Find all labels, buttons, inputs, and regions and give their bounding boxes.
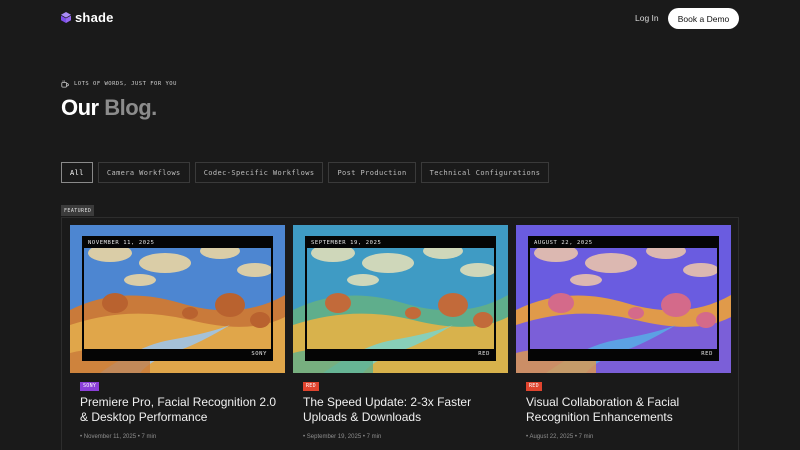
meta-read-time: 7 min bbox=[366, 434, 382, 440]
thumbnail-date: NOVEMBER 11, 2025 bbox=[84, 238, 271, 248]
meta-dot-icon: • bbox=[362, 434, 365, 440]
blog-card-3[interactable]: AUGUST 22, 2025 RED RED Visual Collabora… bbox=[516, 225, 731, 440]
coffee-cup-icon bbox=[61, 80, 69, 88]
title-accent: Blog. bbox=[104, 95, 157, 120]
logo-mark-icon bbox=[61, 12, 71, 23]
thumbnail-frame: AUGUST 22, 2025 RED bbox=[528, 236, 719, 361]
featured-label: FEATURED bbox=[61, 205, 95, 216]
meta-dot-icon: • bbox=[80, 434, 83, 440]
meta-dot-icon: • bbox=[574, 434, 577, 440]
blog-card-1[interactable]: NOVEMBER 11, 2025 SONY SONY Premiere Pro… bbox=[70, 225, 285, 440]
blog-card-2[interactable]: SEPTEMBER 19, 2025 RED RED The Speed Upd… bbox=[293, 225, 508, 440]
meta-date: August 22, 2025 bbox=[529, 434, 574, 440]
filter-all[interactable]: All bbox=[61, 162, 93, 183]
eyebrow-text: LOTS OF WORDS, JUST FOR YOU bbox=[74, 81, 177, 87]
card-thumbnail[interactable]: NOVEMBER 11, 2025 SONY bbox=[70, 225, 285, 373]
login-link[interactable]: Log In bbox=[635, 13, 659, 23]
card-meta: • November 11, 2025 • 7 min bbox=[80, 434, 156, 440]
thumbnail-frame: NOVEMBER 11, 2025 SONY bbox=[82, 236, 273, 361]
brand-logo[interactable]: shade bbox=[61, 10, 114, 25]
page-title: Our Blog. bbox=[61, 94, 157, 122]
top-nav: shade Log In Book a Demo bbox=[0, 0, 800, 38]
meta-read-time: 7 min bbox=[578, 434, 594, 440]
hero-eyebrow: LOTS OF WORDS, JUST FOR YOU bbox=[61, 80, 177, 88]
thumbnail-brand: RED bbox=[530, 349, 717, 359]
camera-badge: SONY bbox=[80, 382, 100, 391]
thumbnail-frame: SEPTEMBER 19, 2025 RED bbox=[305, 236, 496, 361]
filter-post-production[interactable]: Post Production bbox=[328, 162, 416, 183]
card-thumbnail[interactable]: AUGUST 22, 2025 RED bbox=[516, 225, 731, 373]
card-title[interactable]: The Speed Update: 2-3x Faster Uploads & … bbox=[303, 395, 503, 425]
meta-dot-icon: • bbox=[526, 434, 529, 440]
title-main: Our bbox=[61, 95, 99, 120]
filter-technical-configurations[interactable]: Technical Configurations bbox=[420, 162, 550, 183]
filter-camera-workflows[interactable]: Camera Workflows bbox=[97, 162, 190, 183]
card-meta: • August 22, 2025 • 7 min bbox=[526, 434, 593, 440]
meta-read-time: 7 min bbox=[141, 434, 157, 440]
meta-dot-icon: • bbox=[303, 434, 306, 440]
meta-dot-icon: • bbox=[137, 434, 140, 440]
meta-date: September 19, 2025 bbox=[306, 434, 362, 440]
card-title[interactable]: Visual Collaboration & Facial Recognitio… bbox=[526, 395, 726, 425]
book-demo-button[interactable]: Book a Demo bbox=[668, 8, 739, 29]
brand-name: shade bbox=[75, 10, 114, 25]
card-meta: • September 19, 2025 • 7 min bbox=[303, 434, 381, 440]
category-filters: All Camera Workflows Codec-Specific Work… bbox=[61, 162, 550, 183]
camera-badge: RED bbox=[526, 382, 542, 391]
meta-date: November 11, 2025 bbox=[83, 434, 137, 440]
card-thumbnail[interactable]: SEPTEMBER 19, 2025 RED bbox=[293, 225, 508, 373]
camera-badge: RED bbox=[303, 382, 319, 391]
filter-codec-specific-workflows[interactable]: Codec-Specific Workflows bbox=[194, 162, 324, 183]
thumbnail-date: SEPTEMBER 19, 2025 bbox=[307, 238, 494, 248]
card-title[interactable]: Premiere Pro, Facial Recognition 2.0 & D… bbox=[80, 395, 280, 425]
thumbnail-brand: RED bbox=[307, 349, 494, 359]
thumbnail-date: AUGUST 22, 2025 bbox=[530, 238, 717, 248]
thumbnail-brand: SONY bbox=[84, 349, 271, 359]
